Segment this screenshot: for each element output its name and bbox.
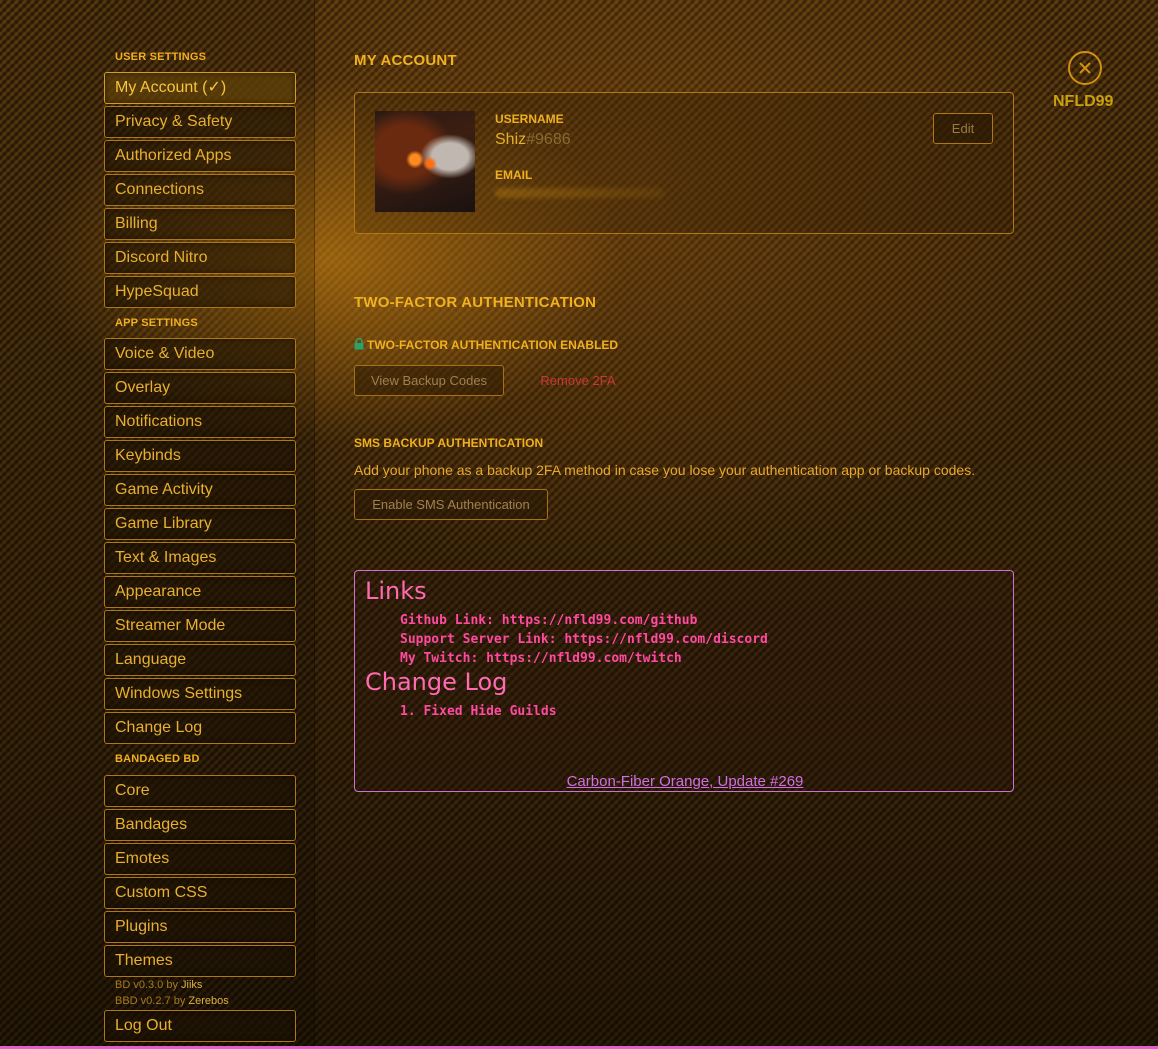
lock-icon [354, 338, 364, 350]
email-value-redacted [495, 188, 665, 198]
sidebar-item-connections[interactable]: Connections [104, 174, 296, 206]
app-settings-header: APP SETTINGS [115, 317, 198, 329]
two-factor-title: TWO-FACTOR AUTHENTICATION [354, 294, 597, 311]
support-server-link[interactable]: Support Server Link: https://nfld99.com/… [400, 632, 768, 647]
sidebar-item-authorized-apps[interactable]: Authorized Apps [104, 140, 296, 172]
sidebar-item-language[interactable]: Language [104, 644, 296, 676]
sidebar-item-appearance[interactable]: Appearance [104, 576, 296, 608]
username-label: USERNAME [495, 112, 564, 126]
theme-update-link[interactable]: Carbon-Fiber Orange, Update #269 [355, 773, 1015, 790]
sidebar-item-plugins[interactable]: Plugins [104, 911, 296, 943]
sidebar-item-themes[interactable]: Themes [104, 945, 296, 977]
two-factor-status: TWO-FACTOR AUTHENTICATION ENABLED [354, 338, 618, 352]
twitch-link[interactable]: My Twitch: https://nfld99.com/twitch [400, 651, 682, 666]
sidebar-item-voice-video[interactable]: Voice & Video [104, 338, 296, 370]
username-text: Shiz [495, 131, 527, 148]
two-factor-status-text: TWO-FACTOR AUTHENTICATION ENABLED [367, 338, 619, 352]
bandaged-bd-header: BANDAGED BD [115, 753, 200, 765]
sidebar-item-text-images[interactable]: Text & Images [104, 542, 296, 574]
sidebar-item-my-account[interactable]: My Account (✓) [104, 72, 296, 104]
sidebar-item-bandages[interactable]: Bandages [104, 809, 296, 841]
sidebar-item-billing[interactable]: Billing [104, 208, 296, 240]
discriminator: #9686 [526, 131, 571, 148]
sidebar-item-game-library[interactable]: Game Library [104, 508, 296, 540]
bd-author-link[interactable]: Jiiks [181, 979, 202, 991]
bd-version: BD v0.3.0 by Jiiks [115, 979, 202, 991]
sms-description: Add your phone as a backup 2FA method in… [354, 462, 976, 478]
sidebar-item-keybinds[interactable]: Keybinds [104, 440, 296, 472]
enable-sms-button[interactable]: Enable SMS Authentication [354, 489, 548, 520]
my-account-title: MY ACCOUNT [354, 52, 457, 69]
sidebar-item-hypesquad[interactable]: HypeSquad [104, 276, 296, 308]
sms-backup-title: SMS BACKUP AUTHENTICATION [354, 436, 544, 450]
user-settings-header: USER SETTINGS [115, 51, 207, 63]
theme-info-box: Links Github Link: https://nfld99.com/gi… [354, 570, 1014, 792]
bbd-author-link[interactable]: Zerebos [188, 995, 228, 1007]
account-card: USERNAME Shiz#9686 EMAIL Edit [354, 92, 1014, 234]
sidebar-item-custom-css[interactable]: Custom CSS [104, 877, 296, 909]
github-link[interactable]: Github Link: https://nfld99.com/github [400, 613, 697, 628]
close-label: NFLD99 [1053, 93, 1114, 110]
username-value: Shiz#9686 [495, 131, 571, 149]
settings-sidebar: USER SETTINGS My Account (✓) Privacy & S… [0, 0, 315, 1049]
edit-account-button[interactable]: Edit [933, 113, 993, 144]
changelog-item: 1. Fixed Hide Guilds [400, 704, 557, 719]
links-heading: Links [365, 577, 427, 605]
sidebar-item-core[interactable]: Core [104, 775, 296, 807]
changelog-heading: Change Log [365, 668, 508, 696]
sidebar-item-emotes[interactable]: Emotes [104, 843, 296, 875]
sidebar-item-game-activity[interactable]: Game Activity [104, 474, 296, 506]
sidebar-item-discord-nitro[interactable]: Discord Nitro [104, 242, 296, 274]
bbd-version-text: BBD v0.2.7 by [115, 995, 189, 1007]
logout-button[interactable]: Log Out [104, 1010, 296, 1042]
sidebar-item-privacy-safety[interactable]: Privacy & Safety [104, 106, 296, 138]
remove-2fa-button[interactable]: Remove 2FA [526, 365, 630, 396]
bbd-version: BBD v0.2.7 by Zerebos [115, 995, 229, 1007]
sidebar-item-streamer-mode[interactable]: Streamer Mode [104, 610, 296, 642]
sidebar-item-windows-settings[interactable]: Windows Settings [104, 678, 296, 710]
close-icon [1079, 62, 1091, 74]
sidebar-item-change-log[interactable]: Change Log [104, 712, 296, 744]
view-backup-codes-button[interactable]: View Backup Codes [354, 365, 504, 396]
email-label: EMAIL [495, 168, 533, 182]
sidebar-item-notifications[interactable]: Notifications [104, 406, 296, 438]
avatar[interactable] [375, 111, 475, 212]
bd-version-text: BD v0.3.0 by [115, 979, 182, 991]
close-button[interactable] [1068, 51, 1102, 85]
sidebar-item-overlay[interactable]: Overlay [104, 372, 296, 404]
